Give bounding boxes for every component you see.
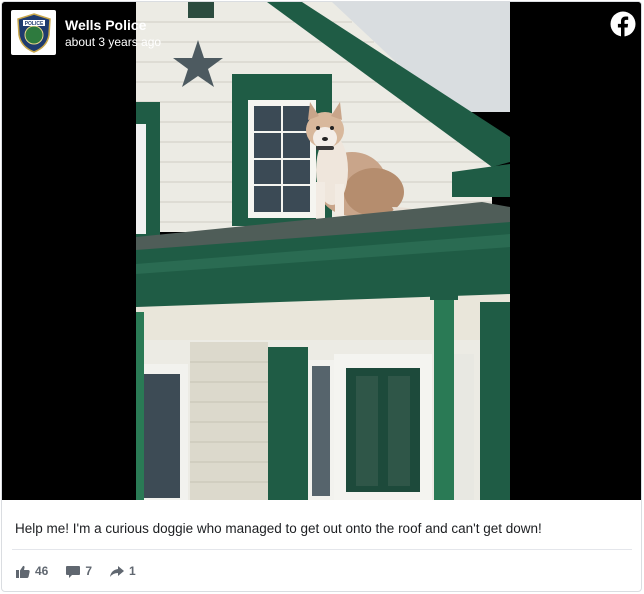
share-icon: [110, 565, 125, 577]
divider: [12, 549, 632, 550]
page-name-link[interactable]: Wells Police: [65, 17, 146, 33]
comment-count: 7: [85, 564, 93, 578]
post-actions-bar: 46 7 1: [16, 561, 136, 581]
facebook-post-card: POLICE Wells Police about 3 years ago He…: [1, 1, 642, 592]
post-photo[interactable]: POLICE Wells Police about 3 years ago: [2, 2, 641, 500]
post-caption: Help me! I'm a curious doggie who manage…: [15, 521, 542, 536]
share-button[interactable]: 1: [110, 564, 136, 578]
thumbs-up-icon: [16, 565, 30, 578]
like-count: 46: [35, 564, 49, 578]
post-timestamp-link[interactable]: about 3 years ago: [65, 35, 161, 49]
like-button[interactable]: 46: [16, 564, 48, 578]
comment-button[interactable]: 7: [66, 564, 92, 578]
svg-text:POLICE: POLICE: [24, 21, 43, 27]
share-count: 1: [129, 564, 136, 578]
facebook-icon[interactable]: [610, 11, 636, 37]
police-badge-icon: POLICE: [16, 12, 51, 53]
post-header: POLICE Wells Police about 3 years ago: [2, 2, 641, 62]
house-photo-image: [2, 2, 641, 500]
comment-icon: [66, 565, 81, 578]
page-avatar[interactable]: POLICE: [11, 10, 56, 55]
